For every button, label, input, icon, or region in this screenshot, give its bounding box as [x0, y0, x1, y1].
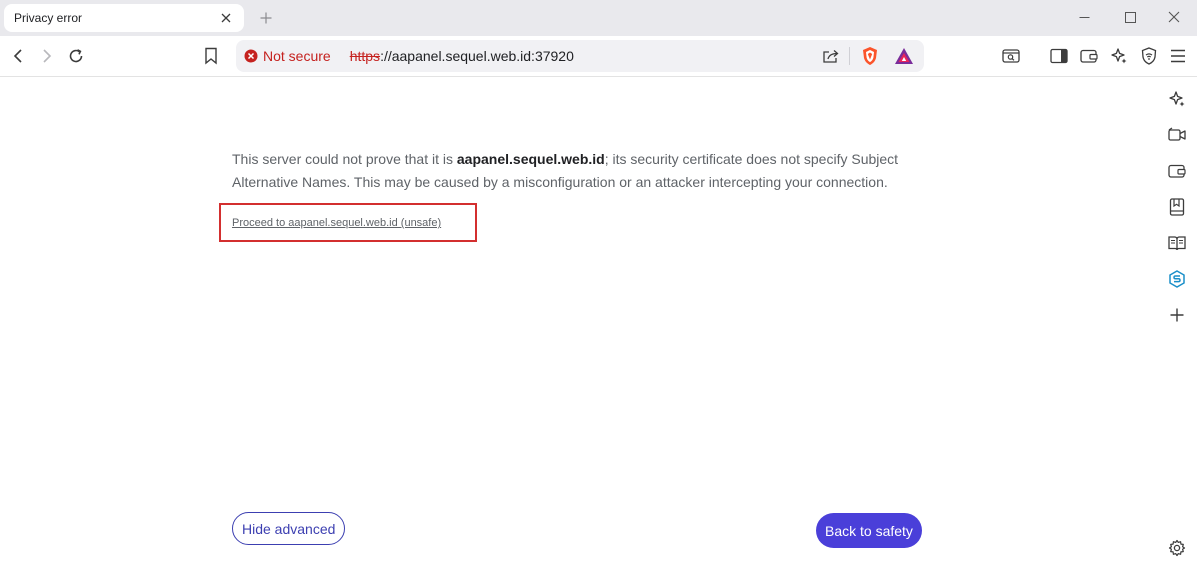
reload-icon[interactable] — [62, 42, 90, 70]
wallet-icon[interactable] — [1075, 42, 1103, 70]
sequel-icon[interactable] — [1163, 265, 1191, 293]
url-text[interactable]: https://aapanel.sequel.web.id:37920 — [350, 48, 574, 64]
forward-icon[interactable] — [33, 42, 61, 70]
reading-list-icon[interactable] — [1163, 229, 1191, 257]
sidebar-toggle-icon[interactable] — [1045, 42, 1073, 70]
sidebar — [1157, 77, 1197, 568]
menu-icon[interactable] — [1164, 42, 1192, 70]
bookmarks-icon[interactable] — [1163, 193, 1191, 221]
error-explanation: This server could not prove that it is a… — [232, 148, 932, 194]
proceed-unsafe-link[interactable]: Proceed to aapanel.sequel.web.id (unsafe… — [232, 217, 441, 229]
toolbar: Not secure https://aapanel.sequel.web.id… — [0, 36, 1197, 77]
minimize-icon[interactable] — [1061, 4, 1107, 30]
new-tab-icon[interactable] — [256, 8, 276, 28]
hide-advanced-button[interactable]: Hide advanced — [232, 512, 346, 545]
tab-privacy-error[interactable]: Privacy error — [4, 4, 244, 32]
address-bar[interactable]: Not secure https://aapanel.sequel.web.id… — [236, 40, 924, 72]
divider — [849, 47, 850, 65]
share-icon[interactable] — [817, 43, 845, 69]
talk-icon[interactable] — [1163, 121, 1191, 149]
tab-strip: Privacy error — [0, 0, 1197, 36]
server-domain: aapanel.sequel.web.id — [456, 151, 605, 167]
maximize-icon[interactable] — [1107, 4, 1153, 30]
brave-rewards-icon[interactable] — [890, 43, 918, 69]
explanation-text-start: This server could not prove that it is — [232, 151, 457, 167]
vpn-icon[interactable] — [1135, 42, 1163, 70]
interstitial-page: This server could not prove that it is a… — [0, 77, 1157, 568]
url-scheme: https — [349, 48, 381, 64]
not-secure-icon — [244, 49, 258, 63]
brave-shields-icon[interactable] — [856, 43, 884, 69]
url-host: ://aapanel.sequel.web.id:37920 — [380, 48, 574, 64]
address-bar-actions — [811, 43, 918, 69]
close-icon[interactable] — [218, 10, 234, 26]
leo-ai-icon[interactable] — [1105, 42, 1133, 70]
window-close-icon[interactable] — [1151, 4, 1197, 30]
tab-title: Privacy error — [14, 11, 83, 25]
back-icon[interactable] — [4, 42, 32, 70]
add-icon[interactable] — [1163, 301, 1191, 329]
bookmark-icon[interactable] — [197, 42, 225, 70]
tab-search-icon[interactable] — [997, 42, 1025, 70]
leo-ai-icon[interactable] — [1163, 85, 1191, 113]
settings-icon[interactable] — [1163, 534, 1191, 562]
wallet-icon[interactable] — [1163, 157, 1191, 185]
back-to-safety-button[interactable]: Back to safety — [816, 513, 922, 548]
not-secure-label[interactable]: Not secure — [263, 48, 331, 64]
